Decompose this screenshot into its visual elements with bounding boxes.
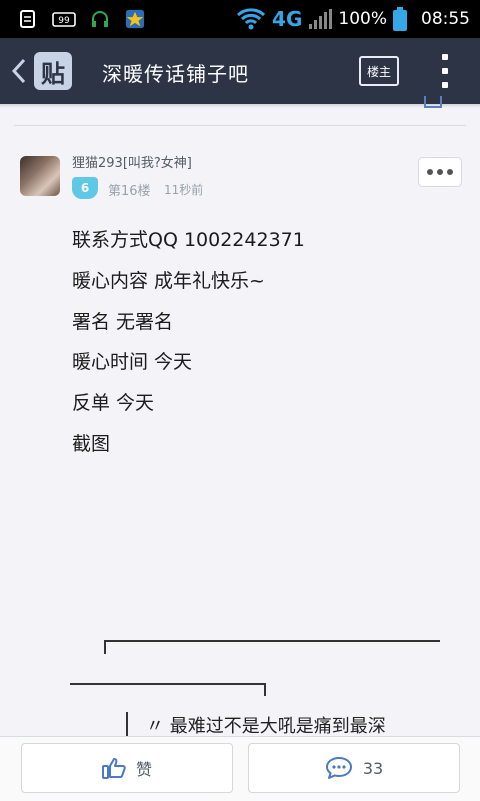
- bottom-action-bar: 赞 33: [0, 736, 480, 801]
- svg-text:99: 99: [58, 16, 70, 26]
- content-line: 暖心时间 今天: [72, 351, 193, 374]
- content-line: 署名 无署名: [72, 310, 174, 333]
- forum-title[interactable]: 深暖传话铺子吧: [102, 58, 249, 87]
- wifi-icon: [237, 8, 266, 30]
- signal-bars-icon: [309, 9, 333, 29]
- comment-bubble-icon: [325, 757, 352, 779]
- back-arrow-icon[interactable]: [10, 56, 28, 86]
- headset-icon: [92, 11, 108, 27]
- signature-bracket-top: [104, 640, 440, 654]
- content-line: 联系方式QQ 1002242371: [72, 229, 305, 251]
- like-button[interactable]: 赞: [21, 743, 233, 793]
- clock: 08:55: [421, 9, 470, 29]
- content-line: 反单 今天: [72, 392, 155, 415]
- owner-only-button[interactable]: 楼主: [359, 56, 399, 86]
- thumbs-up-icon: [101, 758, 126, 779]
- battery-icon: [393, 7, 407, 31]
- username[interactable]: 狸猫293[叫我?女神]: [72, 152, 192, 171]
- floor-number: 第16楼: [108, 184, 151, 199]
- signature-bar: [126, 712, 128, 736]
- avatar[interactable]: [20, 156, 60, 196]
- divider: [14, 125, 466, 126]
- file-icon: [20, 10, 35, 28]
- header-shadow: [0, 104, 480, 108]
- signature-text: 〃 最难过不是大吼是痛到最深: [146, 716, 386, 737]
- post-content: 联系方式QQ 1002242371 暖心内容 成年礼快乐~ 署名 无署名 暖心时…: [72, 220, 305, 465]
- level-number: 6: [80, 181, 90, 195]
- network-type: 4G: [272, 7, 303, 31]
- app-header: 贴 深暖传话铺子吧 楼主: [0, 38, 480, 104]
- post-more-button[interactable]: [418, 157, 462, 187]
- tray-icon: [424, 96, 442, 108]
- badge-99-icon: 99: [52, 12, 76, 27]
- content-line: 暖心内容 成年礼快乐~: [72, 269, 265, 292]
- like-label: 赞: [135, 760, 152, 779]
- star-app-icon: [125, 9, 145, 29]
- content-line: 截图: [72, 432, 111, 455]
- more-menu-icon[interactable]: [438, 54, 452, 88]
- post-time: 11秒前: [164, 183, 204, 197]
- comment-button[interactable]: 33: [248, 743, 460, 793]
- comment-count: 33: [362, 758, 384, 778]
- level-badge: 6: [72, 177, 98, 199]
- status-bar: 99 4G 100% 08:55: [0, 0, 480, 38]
- tieba-logo[interactable]: 贴: [34, 52, 72, 90]
- battery-percent: 100%: [338, 9, 387, 29]
- signature-bracket-bottom: [70, 683, 266, 696]
